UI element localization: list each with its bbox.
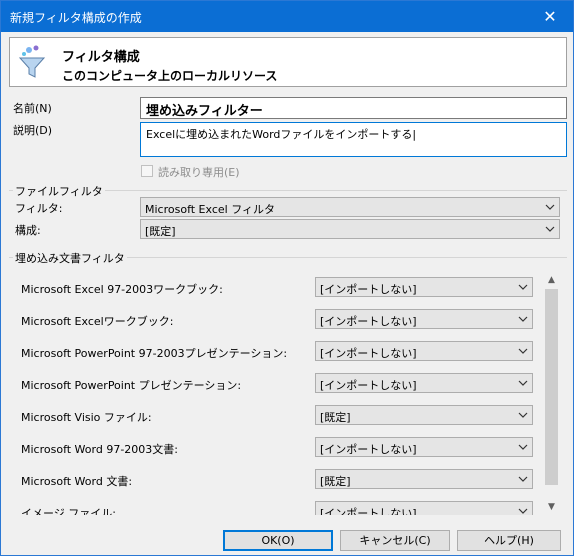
chevron-down-icon <box>518 348 528 354</box>
readonly-label: 読み取り専用(E) <box>158 166 240 179</box>
embedded-group-title: 埋め込み文書フィルタ <box>13 250 127 266</box>
checkbox-box[interactable] <box>141 165 153 177</box>
embedded-dropdown[interactable]: [既定] <box>315 405 533 425</box>
header-panel: フィルタ構成 このコンピュータ上のローカルリソース <box>9 37 567 87</box>
list-item: Microsoft Word 97-2003文書: [インポートしない] <box>15 433 545 465</box>
embedded-row-label: Microsoft PowerPoint 97-2003プレゼンテーション: <box>21 347 288 360</box>
embedded-dropdown[interactable]: [インポートしない] <box>315 341 533 361</box>
name-field[interactable]: 埋め込みフィルター <box>140 97 567 119</box>
list-item: Microsoft Excelワークブック: [インポートしない] <box>15 305 545 337</box>
name-label: 名前(N) <box>13 102 52 115</box>
embedded-dropdown[interactable]: [インポートしない] <box>315 309 533 329</box>
config-dropdown-value: [既定] <box>145 225 176 238</box>
ok-button[interactable]: OK(O) <box>223 530 333 551</box>
scroll-down-icon[interactable]: ▼ <box>544 500 559 515</box>
config-label: 構成: <box>15 224 41 237</box>
embedded-dropdown-value: [インポートしない] <box>320 379 417 392</box>
chevron-down-icon <box>518 476 528 482</box>
chevron-down-icon <box>545 204 555 210</box>
name-value: 埋め込みフィルター <box>146 104 263 119</box>
embedded-dropdown[interactable]: [既定] <box>315 469 533 489</box>
embedded-dropdown-value: [インポートしない] <box>320 315 417 328</box>
description-field[interactable]: Excelに埋め込まれたWordファイルをインポートする| <box>140 122 567 157</box>
filter-dropdown[interactable]: Microsoft Excel フィルタ <box>140 197 560 217</box>
embedded-row-label: Microsoft Visio ファイル: <box>21 411 152 424</box>
header-subtitle: このコンピュータ上のローカルリソース <box>62 69 278 83</box>
chevron-down-icon <box>518 316 528 322</box>
file-filter-group-title: ファイルフィルタ <box>13 183 105 199</box>
description-value: Excelに埋め込まれたWordファイルをインポートする| <box>146 128 417 141</box>
chevron-down-icon <box>518 284 528 290</box>
embedded-row-label: Microsoft Excelワークブック: <box>21 315 174 328</box>
embedded-dropdown-value: [インポートしない] <box>320 347 417 360</box>
help-button[interactable]: ヘルプ(H) <box>457 530 561 551</box>
embedded-row-label: イメージ ファイル: <box>21 507 116 515</box>
list-item: Microsoft PowerPoint プレゼンテーション: [インポートしな… <box>15 369 545 401</box>
list-item: Microsoft Excel 97-2003ワークブック: [インポートしない… <box>15 273 545 305</box>
header-title: フィルタ構成 <box>62 50 140 65</box>
embedded-dropdown-value: [インポートしない] <box>320 443 417 456</box>
close-icon[interactable]: ✕ <box>527 1 573 32</box>
embedded-row-label: Microsoft Excel 97-2003ワークブック: <box>21 283 223 296</box>
scroll-thumb[interactable] <box>545 289 558 485</box>
embedded-row-label: Microsoft Word 文書: <box>21 475 133 488</box>
window-title: 新規フィルタ構成の作成 <box>10 11 142 25</box>
filter-label: フィルタ: <box>15 202 63 215</box>
embedded-dropdown-value: [既定] <box>320 475 351 488</box>
description-label: 説明(D) <box>13 124 53 137</box>
config-dropdown[interactable]: [既定] <box>140 219 560 239</box>
list-scrollbar[interactable]: ▲ ▼ <box>544 273 559 515</box>
embedded-dropdown-value: [インポートしない] <box>320 283 417 296</box>
chevron-down-icon <box>518 508 528 514</box>
embedded-row-label: Microsoft PowerPoint プレゼンテーション: <box>21 379 242 392</box>
embedded-dropdown[interactable]: [インポートしない] <box>315 437 533 457</box>
list-item: Microsoft Word 文書: [既定] <box>15 465 545 497</box>
embedded-dropdown-value: [インポートしない] <box>320 507 417 515</box>
chevron-down-icon <box>545 226 555 232</box>
list-item: Microsoft Visio ファイル: [既定] <box>15 401 545 433</box>
chevron-down-icon <box>518 412 528 418</box>
embedded-dropdown-value: [既定] <box>320 411 351 424</box>
chevron-down-icon <box>518 444 528 450</box>
list-item: イメージ ファイル: [インポートしない] <box>15 497 545 515</box>
chevron-down-icon <box>518 380 528 386</box>
cancel-button[interactable]: キャンセル(C) <box>340 530 450 551</box>
embedded-dropdown[interactable]: [インポートしない] <box>315 277 533 297</box>
embedded-row-label: Microsoft Word 97-2003文書: <box>21 443 178 456</box>
funnel-icon <box>18 45 46 78</box>
dialog-window: 新規フィルタ構成の作成 ✕ フィルタ構成 このコンピュータ上のローカルリソース … <box>0 0 574 556</box>
filter-dropdown-value: Microsoft Excel フィルタ <box>145 203 275 216</box>
embedded-filter-list[interactable]: Microsoft Excel 97-2003ワークブック: [インポートしない… <box>15 273 561 515</box>
title-bar: 新規フィルタ構成の作成 ✕ <box>1 1 573 32</box>
list-item: Microsoft PowerPoint 97-2003プレゼンテーション: [… <box>15 337 545 369</box>
scroll-up-icon[interactable]: ▲ <box>544 273 559 288</box>
embedded-dropdown[interactable]: [インポートしない] <box>315 501 533 515</box>
embedded-dropdown[interactable]: [インポートしない] <box>315 373 533 393</box>
